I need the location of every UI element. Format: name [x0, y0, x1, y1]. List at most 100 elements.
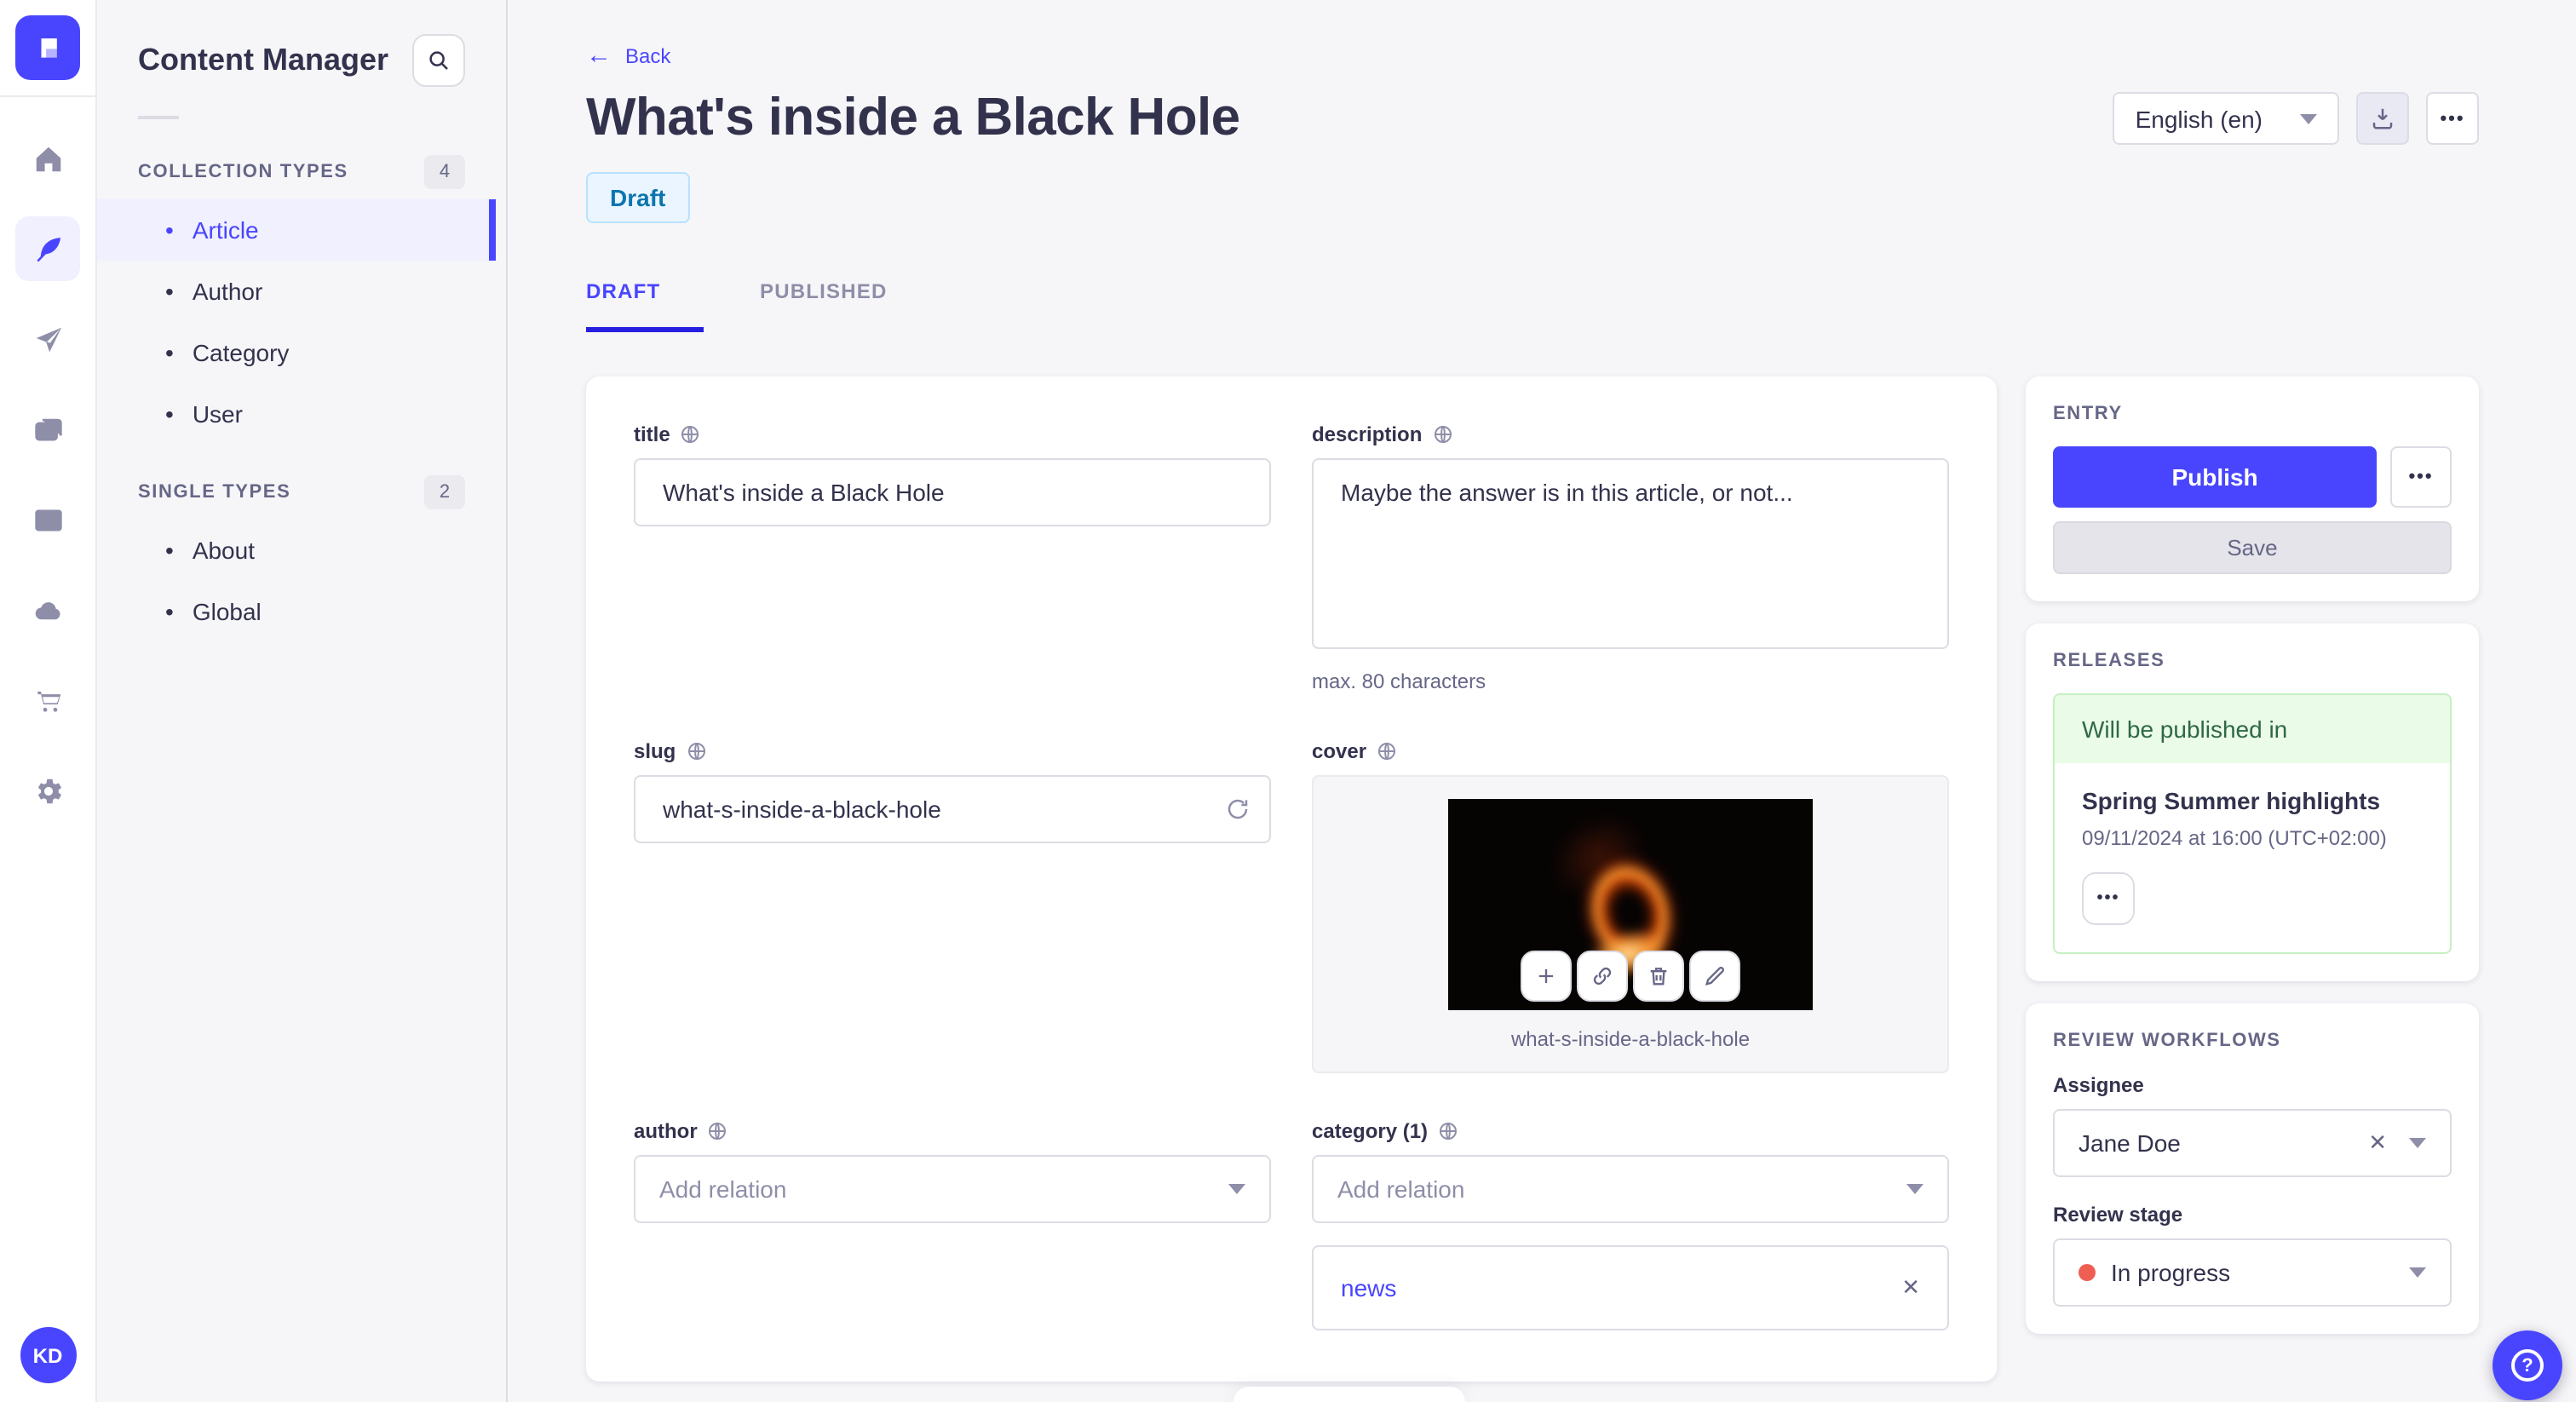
- chevron-down-icon: [2409, 1138, 2426, 1148]
- main-nav-rail: KD: [0, 0, 97, 1402]
- nav-media-library-button[interactable]: [15, 397, 80, 462]
- bullet-icon: •: [165, 339, 174, 366]
- globe-icon: [1440, 1123, 1458, 1140]
- side-panels: ENTRY Publish ••• Save RELEASES Will be …: [2026, 376, 2479, 1334]
- globe-icon: [1434, 426, 1452, 443]
- help-button[interactable]: ?: [2493, 1330, 2562, 1400]
- chevron-down-icon: [1906, 1184, 1923, 1194]
- tab-draft[interactable]: DRAFT: [586, 279, 704, 332]
- collection-types-list: • Article • Author • Category • User: [97, 199, 506, 445]
- cover-filename: what-s-inside-a-black-hole: [1510, 1027, 1751, 1051]
- remove-relation-icon[interactable]: ✕: [1901, 1274, 1920, 1301]
- globe-icon: [687, 743, 705, 760]
- releases-panel-title: RELEASES: [2053, 651, 2165, 671]
- regenerate-icon[interactable]: [1225, 796, 1251, 822]
- nav-content-type-builder-button[interactable]: [15, 487, 80, 552]
- strapi-logo[interactable]: [15, 15, 80, 80]
- more-icon: •••: [2096, 889, 2120, 908]
- review-stage-label: Review stage: [2053, 1203, 2183, 1227]
- header-more-button[interactable]: •••: [2426, 92, 2479, 145]
- title-field-label: title: [634, 422, 670, 446]
- sidebar-item-author[interactable]: • Author: [97, 261, 506, 322]
- slug-input[interactable]: [634, 775, 1271, 843]
- author-field-label: author: [634, 1119, 698, 1143]
- cover-add-button[interactable]: [1521, 951, 1572, 1002]
- nav-content-manager-button[interactable]: [15, 216, 80, 281]
- back-link[interactable]: ← Back: [586, 43, 670, 68]
- chevron-down-icon: [2300, 113, 2317, 124]
- pencil-icon: [1705, 967, 1724, 986]
- search-button[interactable]: [412, 34, 465, 87]
- sidebar-item-article[interactable]: • Article: [97, 199, 496, 261]
- publish-button[interactable]: Publish: [2053, 446, 2377, 508]
- release-name: Spring Summer highlights: [2082, 787, 2381, 814]
- cover-edit-button[interactable]: [1689, 951, 1740, 1002]
- globe-icon: [709, 1123, 727, 1140]
- entry-panel: ENTRY Publish ••• Save: [2026, 376, 2479, 601]
- review-panel-title: REVIEW WORKFLOWS: [2053, 1031, 2281, 1051]
- more-icon: •••: [2408, 467, 2434, 487]
- bullet-icon: •: [165, 216, 174, 244]
- cover-actions: [1521, 951, 1740, 1002]
- entry-more-button[interactable]: •••: [2390, 446, 2452, 508]
- main-content: ← Back What's inside a Black Hole Englis…: [508, 0, 2576, 1402]
- sidebar-item-user[interactable]: • User: [97, 383, 506, 445]
- edit-form-card: title description Maybe the answer is in…: [586, 376, 1997, 1382]
- cover-delete-button[interactable]: [1633, 951, 1684, 1002]
- sidebar-item-label: Author: [192, 278, 263, 305]
- cover-field-label: cover: [1312, 739, 1367, 763]
- link-icon: [1593, 967, 1612, 985]
- globe-icon: [681, 426, 699, 443]
- chevron-down-icon: [1228, 1184, 1245, 1194]
- locale-select[interactable]: English (en): [2113, 92, 2339, 145]
- description-textarea[interactable]: Maybe the answer is in this article, or …: [1312, 458, 1949, 649]
- bullet-icon: •: [165, 537, 174, 564]
- sidebar-item-global[interactable]: • Global: [97, 581, 506, 642]
- nav-settings-button[interactable]: [15, 758, 80, 823]
- save-button[interactable]: Save: [2053, 521, 2452, 574]
- author-relation-combobox[interactable]: Add relation: [634, 1155, 1271, 1223]
- collection-types-count: 4: [424, 155, 465, 189]
- globe-icon: [1378, 743, 1396, 760]
- sidebar-item-about[interactable]: • About: [97, 520, 506, 581]
- category-relation-item: news ✕: [1312, 1245, 1949, 1330]
- release-date: 09/11/2024 at 16:00 (UTC+02:00): [2082, 826, 2387, 850]
- bullet-icon: •: [165, 598, 174, 625]
- clear-assignee-icon[interactable]: ✕: [2368, 1129, 2387, 1157]
- nav-marketplace-button[interactable]: [15, 668, 80, 733]
- user-avatar[interactable]: KD: [20, 1327, 76, 1383]
- tab-published[interactable]: PUBLISHED: [760, 279, 888, 303]
- sidebar-item-category[interactable]: • Category: [97, 322, 506, 383]
- cloud-icon: [34, 601, 60, 619]
- bottom-pill: [1233, 1387, 1465, 1402]
- description-hint: max. 80 characters: [1312, 669, 1486, 693]
- gear-icon: [37, 778, 61, 803]
- title-input[interactable]: [634, 458, 1271, 526]
- review-stage-combobox[interactable]: In progress: [2053, 1238, 2452, 1307]
- field-cover: cover what-s-inside-a-black-hole: [1312, 739, 1949, 1073]
- cover-copy-link-button[interactable]: [1577, 951, 1628, 1002]
- releases-panel: RELEASES Will be published in Spring Sum…: [2026, 623, 2479, 981]
- sidebar-item-label: User: [192, 400, 243, 428]
- chevron-down-icon: [2409, 1267, 2426, 1278]
- app-root: KD Content Manager COLLECTION TYPES 4 • A…: [0, 0, 2576, 1402]
- feather-icon: [36, 237, 60, 261]
- nav-cloud-button[interactable]: [15, 577, 80, 642]
- category-relation-combobox[interactable]: Add relation: [1312, 1155, 1949, 1223]
- header-actions: English (en) •••: [2113, 92, 2479, 145]
- assignee-value: Jane Doe: [2079, 1129, 2181, 1157]
- nav-releases-button[interactable]: [15, 307, 80, 371]
- assignee-combobox[interactable]: Jane Doe ✕: [2053, 1109, 2452, 1177]
- relation-link-news[interactable]: news: [1341, 1274, 1396, 1301]
- assignee-label: Assignee: [2053, 1073, 2144, 1097]
- divider: [138, 116, 179, 119]
- stage-value: In progress: [2111, 1259, 2231, 1286]
- layout-icon: [34, 509, 61, 531]
- export-button[interactable]: [2356, 92, 2409, 145]
- description-field-label: description: [1312, 422, 1423, 446]
- release-more-button[interactable]: •••: [2082, 872, 2135, 925]
- slug-field-label: slug: [634, 739, 676, 763]
- nav-home-button[interactable]: [15, 126, 80, 191]
- cover-image-black-hole: [1448, 799, 1813, 1010]
- single-types-label: SINGLE TYPES: [138, 482, 291, 503]
